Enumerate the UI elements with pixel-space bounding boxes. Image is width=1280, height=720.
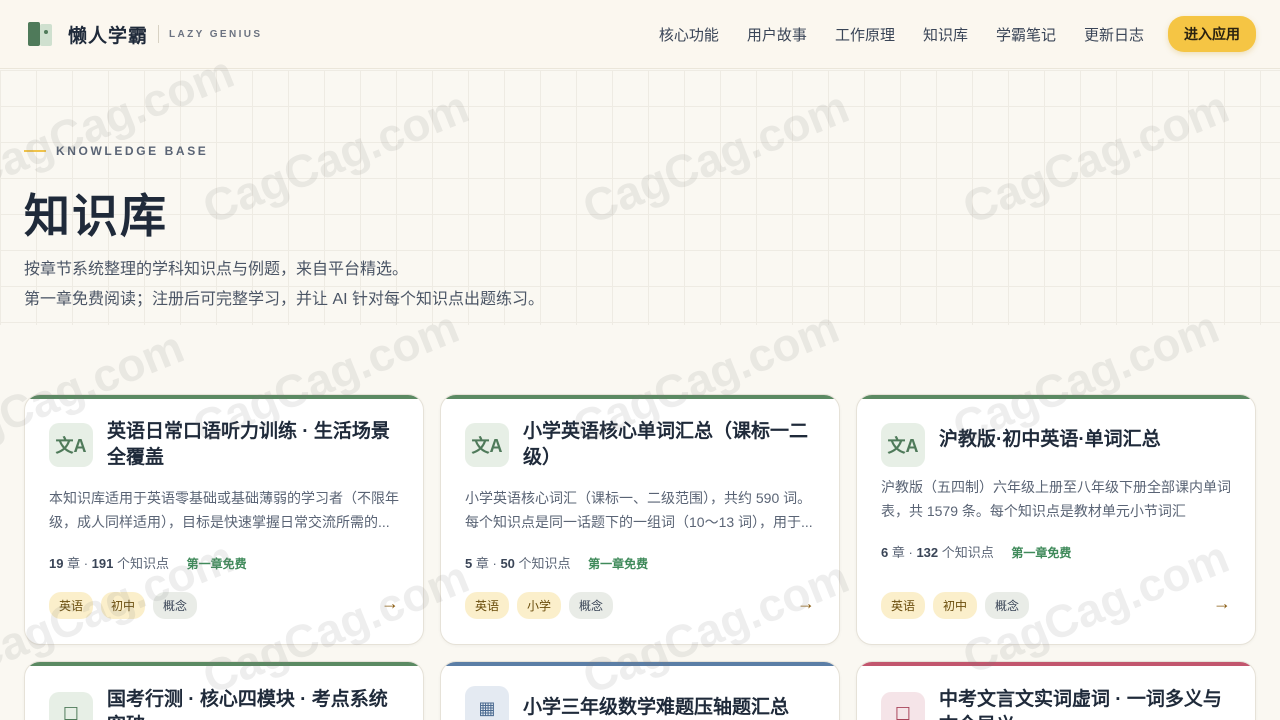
free-badge: 第一章免费 — [186, 557, 247, 571]
tag[interactable]: 概念 — [153, 592, 198, 619]
knowledge-card[interactable]: ☐ 国考行测 · 核心四模块 · 考点系统突破 — [24, 661, 424, 720]
translate-icon: 文A — [465, 423, 509, 467]
nav-notes[interactable]: 学霸笔记 — [996, 24, 1056, 45]
card-tags: 英语 小学 概念 — [465, 592, 621, 619]
free-badge: 第一章免费 — [1011, 546, 1072, 560]
point-unit: 个知识点 — [518, 556, 571, 571]
point-unit: 个知识点 — [941, 545, 994, 560]
point-count: 132 — [916, 545, 939, 560]
knowledge-card[interactable]: 文A 沪教版·初中英语·单词汇总 沪教版（五四制）六年级上册至八年级下册全部课内… — [856, 394, 1256, 645]
card-title[interactable]: 英语日常口语听力训练 · 生活场景全覆盖 — [107, 419, 399, 471]
brand-name[interactable]: 懒人学霸 — [68, 21, 148, 48]
card-meta: 6 章 · 132 个知识点 第一章免费 — [881, 542, 1071, 561]
tag[interactable]: 小学 — [517, 592, 562, 619]
card-title[interactable]: 沪教版·初中英语·单词汇总 — [939, 427, 1231, 453]
card-title[interactable]: 小学英语核心单词汇总（课标一二级） — [523, 419, 815, 471]
card-accent-bar — [441, 662, 839, 666]
description-line-1: 按章节系统整理的学科知识点与例题，来自平台精选。 — [24, 261, 409, 278]
card-description: 小学英语核心词汇（课标一、二级范围），共约 590 词。每个知识点是同一话题下的… — [465, 490, 813, 530]
chapter-unit: 章 · — [475, 556, 497, 571]
nav-knowledge-base[interactable]: 知识库 — [923, 24, 968, 45]
chapter-unit: 章 · — [891, 545, 913, 560]
arrow-right-icon[interactable]: → — [797, 593, 815, 614]
card-accent-bar — [25, 395, 423, 399]
tag[interactable]: 英语 — [881, 592, 926, 619]
card-accent-bar — [857, 395, 1255, 399]
brand-english-name: LAZY GENIUS — [169, 28, 263, 40]
top-nav-bar: 懒人学霸 LAZY GENIUS 核心功能 用户故事 工作原理 知识库 学霸笔记… — [0, 0, 1280, 69]
point-count: 191 — [91, 556, 114, 571]
arrow-right-icon[interactable]: → — [1213, 593, 1231, 614]
eyebrow: KNOWLEDGE BASE — [24, 144, 208, 158]
chapter-count: 19 — [49, 556, 64, 571]
knowledge-card[interactable]: 文A 英语日常口语听力训练 · 生活场景全覆盖 本知识库适用于英语零基础或基础薄… — [24, 394, 424, 645]
description-line-2: 第一章免费阅读；注册后可完整学习，并让 AI 针对每个知识点出题练习。 — [24, 291, 545, 308]
calculator-icon: ▦ — [465, 686, 509, 720]
enter-app-button[interactable]: 进入应用 — [1168, 16, 1256, 52]
point-count: 50 — [500, 556, 515, 571]
knowledge-card[interactable]: 文A 小学英语核心单词汇总（课标一二级） 小学英语核心词汇（课标一、二级范围），… — [440, 394, 840, 645]
brand-divider — [158, 25, 160, 43]
eyebrow-text: KNOWLEDGE BASE — [56, 144, 209, 158]
nav-core-features[interactable]: 核心功能 — [659, 24, 719, 45]
knowledge-card[interactable]: ▦ 小学三年级数学难题压轴题汇总 — [440, 661, 840, 720]
book-icon: ☐ — [881, 692, 925, 720]
card-accent-bar — [25, 662, 423, 666]
nav-user-stories[interactable]: 用户故事 — [747, 24, 807, 45]
card-title[interactable]: 国考行测 · 核心四模块 · 考点系统突破 — [107, 687, 399, 720]
chapter-count: 5 — [465, 556, 473, 571]
tag[interactable]: 初中 — [933, 592, 978, 619]
page-title: 知识库 — [24, 190, 168, 242]
card-description: 本知识库适用于英语零基础或基础薄弱的学习者（不限年级，成人同样适用），目标是快速… — [49, 490, 399, 530]
card-title[interactable]: 中考文言文实词虚词 · 一词多义与古今异义 — [939, 687, 1231, 720]
tag[interactable]: 概念 — [985, 592, 1030, 619]
tag[interactable]: 初中 — [101, 592, 146, 619]
card-accent-bar — [857, 662, 1255, 666]
nav-changelog[interactable]: 更新日志 — [1084, 24, 1144, 45]
card-tags: 英语 初中 概念 — [49, 592, 205, 619]
nav-how-it-works[interactable]: 工作原理 — [835, 24, 895, 45]
card-meta: 19 章 · 191 个知识点 第一章免费 — [49, 553, 247, 572]
card-description: 沪教版（五四制）六年级上册至八年级下册全部课内单词表，共 1579 条。每个知识… — [881, 479, 1231, 519]
translate-icon: 文A — [49, 423, 93, 467]
card-accent-bar — [441, 395, 839, 399]
main-nav: 核心功能 用户故事 工作原理 知识库 学霸笔记 更新日志 — [659, 24, 1144, 45]
card-tags: 英语 初中 概念 — [881, 592, 1037, 619]
free-badge: 第一章免费 — [588, 557, 649, 571]
knowledge-card[interactable]: ☐ 中考文言文实词虚词 · 一词多义与古今异义 — [856, 661, 1256, 720]
book-logo-icon[interactable] — [26, 19, 56, 49]
tag[interactable]: 英语 — [49, 592, 94, 619]
tag[interactable]: 英语 — [465, 592, 510, 619]
point-unit: 个知识点 — [117, 556, 170, 571]
arrow-right-icon[interactable]: → — [381, 593, 399, 614]
chapter-count: 6 — [881, 545, 889, 560]
translate-icon: 文A — [881, 423, 925, 467]
card-title[interactable]: 小学三年级数学难题压轴题汇总 — [523, 695, 815, 720]
tag[interactable]: 概念 — [569, 592, 614, 619]
chapter-unit: 章 · — [67, 556, 89, 571]
eyebrow-line — [24, 150, 46, 152]
page-description: 按章节系统整理的学科知识点与例题，来自平台精选。 第一章免费阅读；注册后可完整学… — [24, 255, 544, 315]
card-meta: 5 章 · 50 个知识点 第一章免费 — [465, 553, 648, 572]
book-icon: ☐ — [49, 692, 93, 720]
